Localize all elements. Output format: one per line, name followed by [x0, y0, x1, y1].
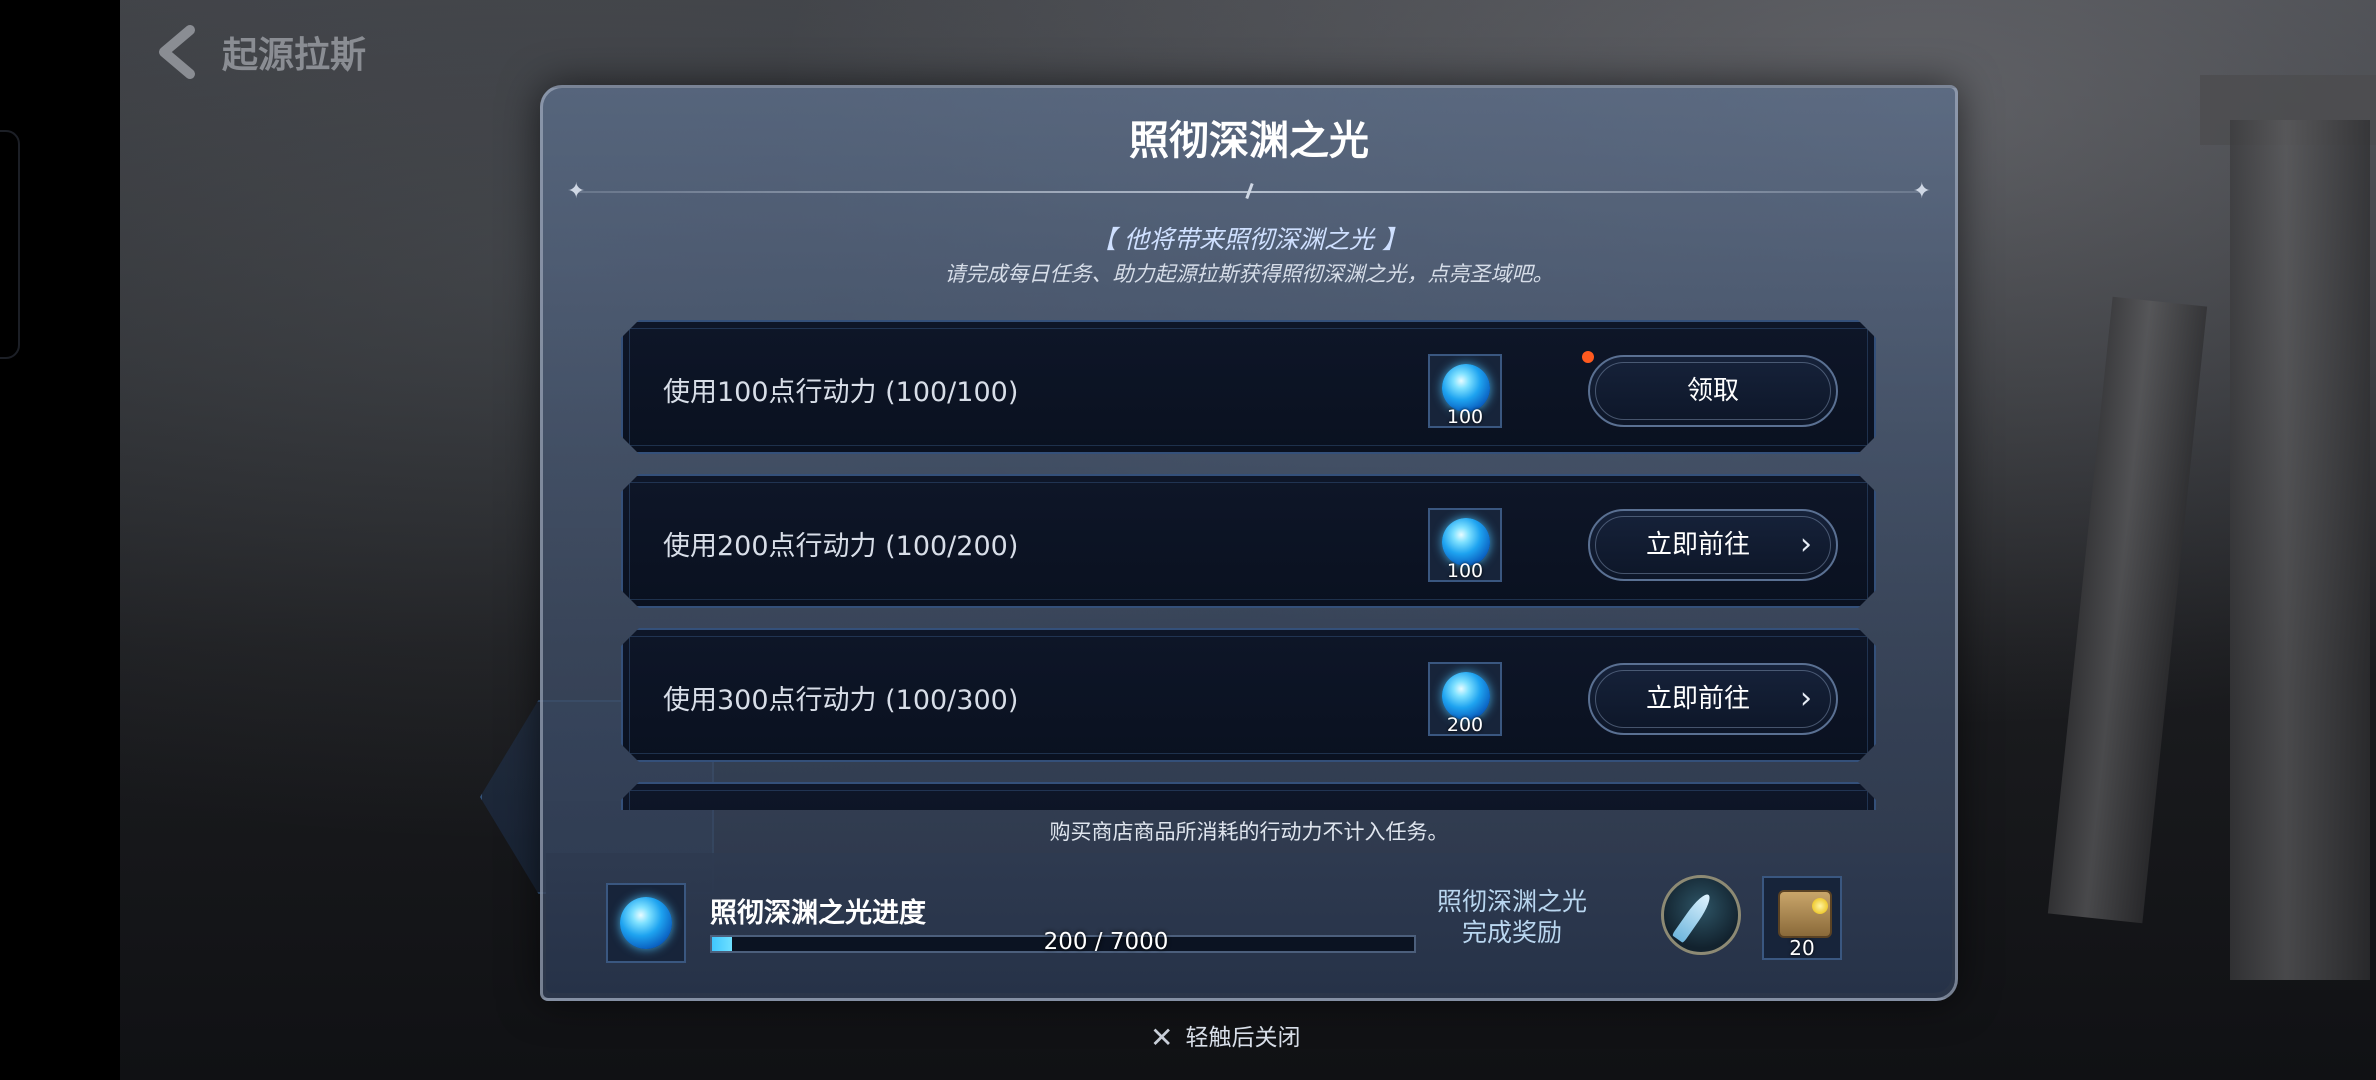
blue-orb-icon [1442, 672, 1490, 720]
go-now-button-label: 立即前往 [1645, 530, 1750, 560]
chevron-right-icon: › [1800, 681, 1812, 716]
reward-quantity: 200 [1446, 714, 1484, 736]
progress-bar-fill [712, 937, 733, 951]
sparkle-icon: ✦ [1912, 179, 1931, 204]
progress-item-slot[interactable] [606, 883, 686, 963]
blue-orb-icon [1442, 364, 1490, 412]
notification-dot [1582, 351, 1594, 363]
feather-emblem-icon[interactable] [1661, 875, 1741, 955]
chevron-right-icon: › [1800, 527, 1812, 562]
reward-quantity: 20 [1789, 936, 1815, 960]
task-description: 使用300点行动力 (100/300) [663, 685, 1019, 716]
task-footnote: 购买商店商品所消耗的行动力不计入任务。 [1049, 820, 1449, 844]
chest-reward-slot[interactable]: 20 [1762, 876, 1842, 960]
go-now-button[interactable]: 立即前往 › [1588, 509, 1838, 581]
go-now-button-label: 立即前往 [1645, 684, 1750, 714]
screen-notch [0, 130, 20, 359]
blue-orb-icon [620, 897, 672, 949]
reward-slot[interactable]: 100 [1428, 508, 1502, 582]
task-row: 使用300点行动力 (100/300) 200 立即前往 › [621, 628, 1876, 762]
task-row: 使用200点行动力 (100/200) 100 立即前往 › [621, 474, 1876, 608]
task-row-partial [621, 782, 1876, 810]
task-description: 使用100点行动力 (100/100) [663, 377, 1019, 408]
task-row: 使用100点行动力 (100/100) 100 领取 [621, 320, 1876, 454]
modal-description: 请完成每日任务、助力起源拉斯获得照彻深渊之光，点亮圣域吧。 [944, 262, 1554, 286]
back-arrow-icon[interactable] [152, 24, 200, 80]
feather-shape [1671, 890, 1715, 944]
modal-subtitle: 【 他将带来照彻深渊之光 】 [1091, 225, 1407, 254]
blue-orb-icon [1442, 518, 1490, 566]
modal-title: 照彻深渊之光 [1129, 118, 1369, 164]
reward-quantity: 100 [1446, 560, 1484, 582]
sparkle-icon: ✦ [567, 179, 586, 204]
task-list[interactable]: 使用100点行动力 (100/100) 100 领取 使用200点行动力 (10… [621, 320, 1876, 810]
tap-to-close-hint[interactable]: ✕ 轻触后关闭 [1150, 1018, 1300, 1054]
go-now-button[interactable]: 立即前往 › [1588, 663, 1838, 735]
completion-reward-title: 照彻深渊之光 完成奖励 [1422, 886, 1602, 948]
chest-gem [1812, 898, 1828, 914]
close-icon: ✕ [1150, 1021, 1174, 1054]
treasure-chest-icon [1778, 890, 1832, 938]
scene-title: 起源拉斯 [222, 35, 367, 76]
progress-label: 照彻深渊之光进度 [710, 898, 926, 929]
screen-edge [0, 0, 120, 1080]
completion-reward-title-line: 完成奖励 [1461, 918, 1562, 947]
progress-panel: 照彻深渊之光进度 200 / 7000 照彻深渊之光 完成奖励 20 [546, 853, 1952, 993]
ruin-pillar-broken [2047, 296, 2208, 924]
completion-reward-title-line: 照彻深渊之光 [1436, 887, 1587, 916]
reward-quantity: 100 [1446, 406, 1484, 428]
close-hint-label: 轻触后关闭 [1185, 1025, 1301, 1051]
claim-button[interactable]: 领取 [1588, 355, 1838, 427]
claim-button-label: 领取 [1686, 376, 1739, 406]
event-modal: 照彻深渊之光 ✦ ✦ 【 他将带来照彻深渊之光 】 请完成每日任务、助力起源拉斯… [540, 85, 1958, 1001]
ruin-pillar [2230, 120, 2370, 980]
reward-slot[interactable]: 100 [1428, 354, 1502, 428]
reward-slot[interactable]: 200 [1428, 662, 1502, 736]
progress-value: 200 / 7000 [1043, 929, 1169, 955]
task-description: 使用200点行动力 (100/200) [663, 531, 1019, 562]
